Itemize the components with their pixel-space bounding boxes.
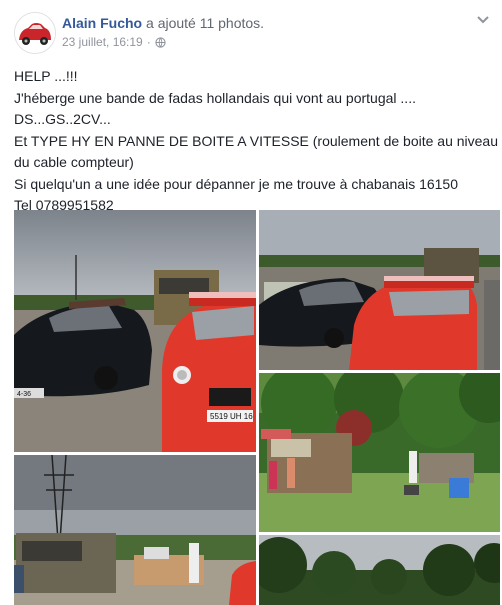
- timestamp[interactable]: 23 juillet, 16:19: [62, 34, 143, 50]
- photo-5[interactable]: [259, 535, 500, 605]
- post-line: HELP ...!!!: [14, 68, 78, 84]
- plate-text: 5519 UH 16: [210, 412, 253, 421]
- photo-2[interactable]: [259, 210, 500, 370]
- post-meta: Alain Fucho a ajouté 11 photos. 23 juill…: [62, 14, 264, 50]
- chevron-down-icon[interactable]: [474, 12, 492, 26]
- avatar[interactable]: [14, 12, 56, 54]
- avatar-car-image: [15, 13, 55, 53]
- author-name[interactable]: Alain Fucho: [62, 15, 142, 31]
- author-line: Alain Fucho a ajouté 11 photos.: [62, 14, 264, 32]
- post-body: HELP ...!!! J'héberge une bande de fadas…: [14, 66, 498, 217]
- photo-1[interactable]: 4-36 5519 UH 16: [14, 210, 256, 452]
- globe-icon[interactable]: [155, 36, 166, 48]
- post-line: du cable compteur): [14, 154, 134, 170]
- post-line: Si quelqu'un a une idée pour dépanner je…: [14, 175, 459, 192]
- post-line: DS...GS..2CV...: [14, 111, 111, 127]
- post-line: J'héberge une bande de fadas hollandais …: [14, 89, 416, 106]
- post-line: Et TYPE HY EN PANNE DE BOITE A VITESSE (…: [14, 132, 498, 149]
- photo-4[interactable]: [14, 455, 256, 605]
- meta-separator: ·: [146, 35, 151, 49]
- post-header: Alain Fucho a ajouté 11 photos. 23 juill…: [14, 12, 494, 54]
- side-plate-text: 4-36: [17, 391, 31, 398]
- photo-3[interactable]: [259, 373, 500, 532]
- post-action: a ajouté 11 photos.: [146, 15, 265, 31]
- timestamp-line: 23 juillet, 16:19 ·: [62, 34, 264, 50]
